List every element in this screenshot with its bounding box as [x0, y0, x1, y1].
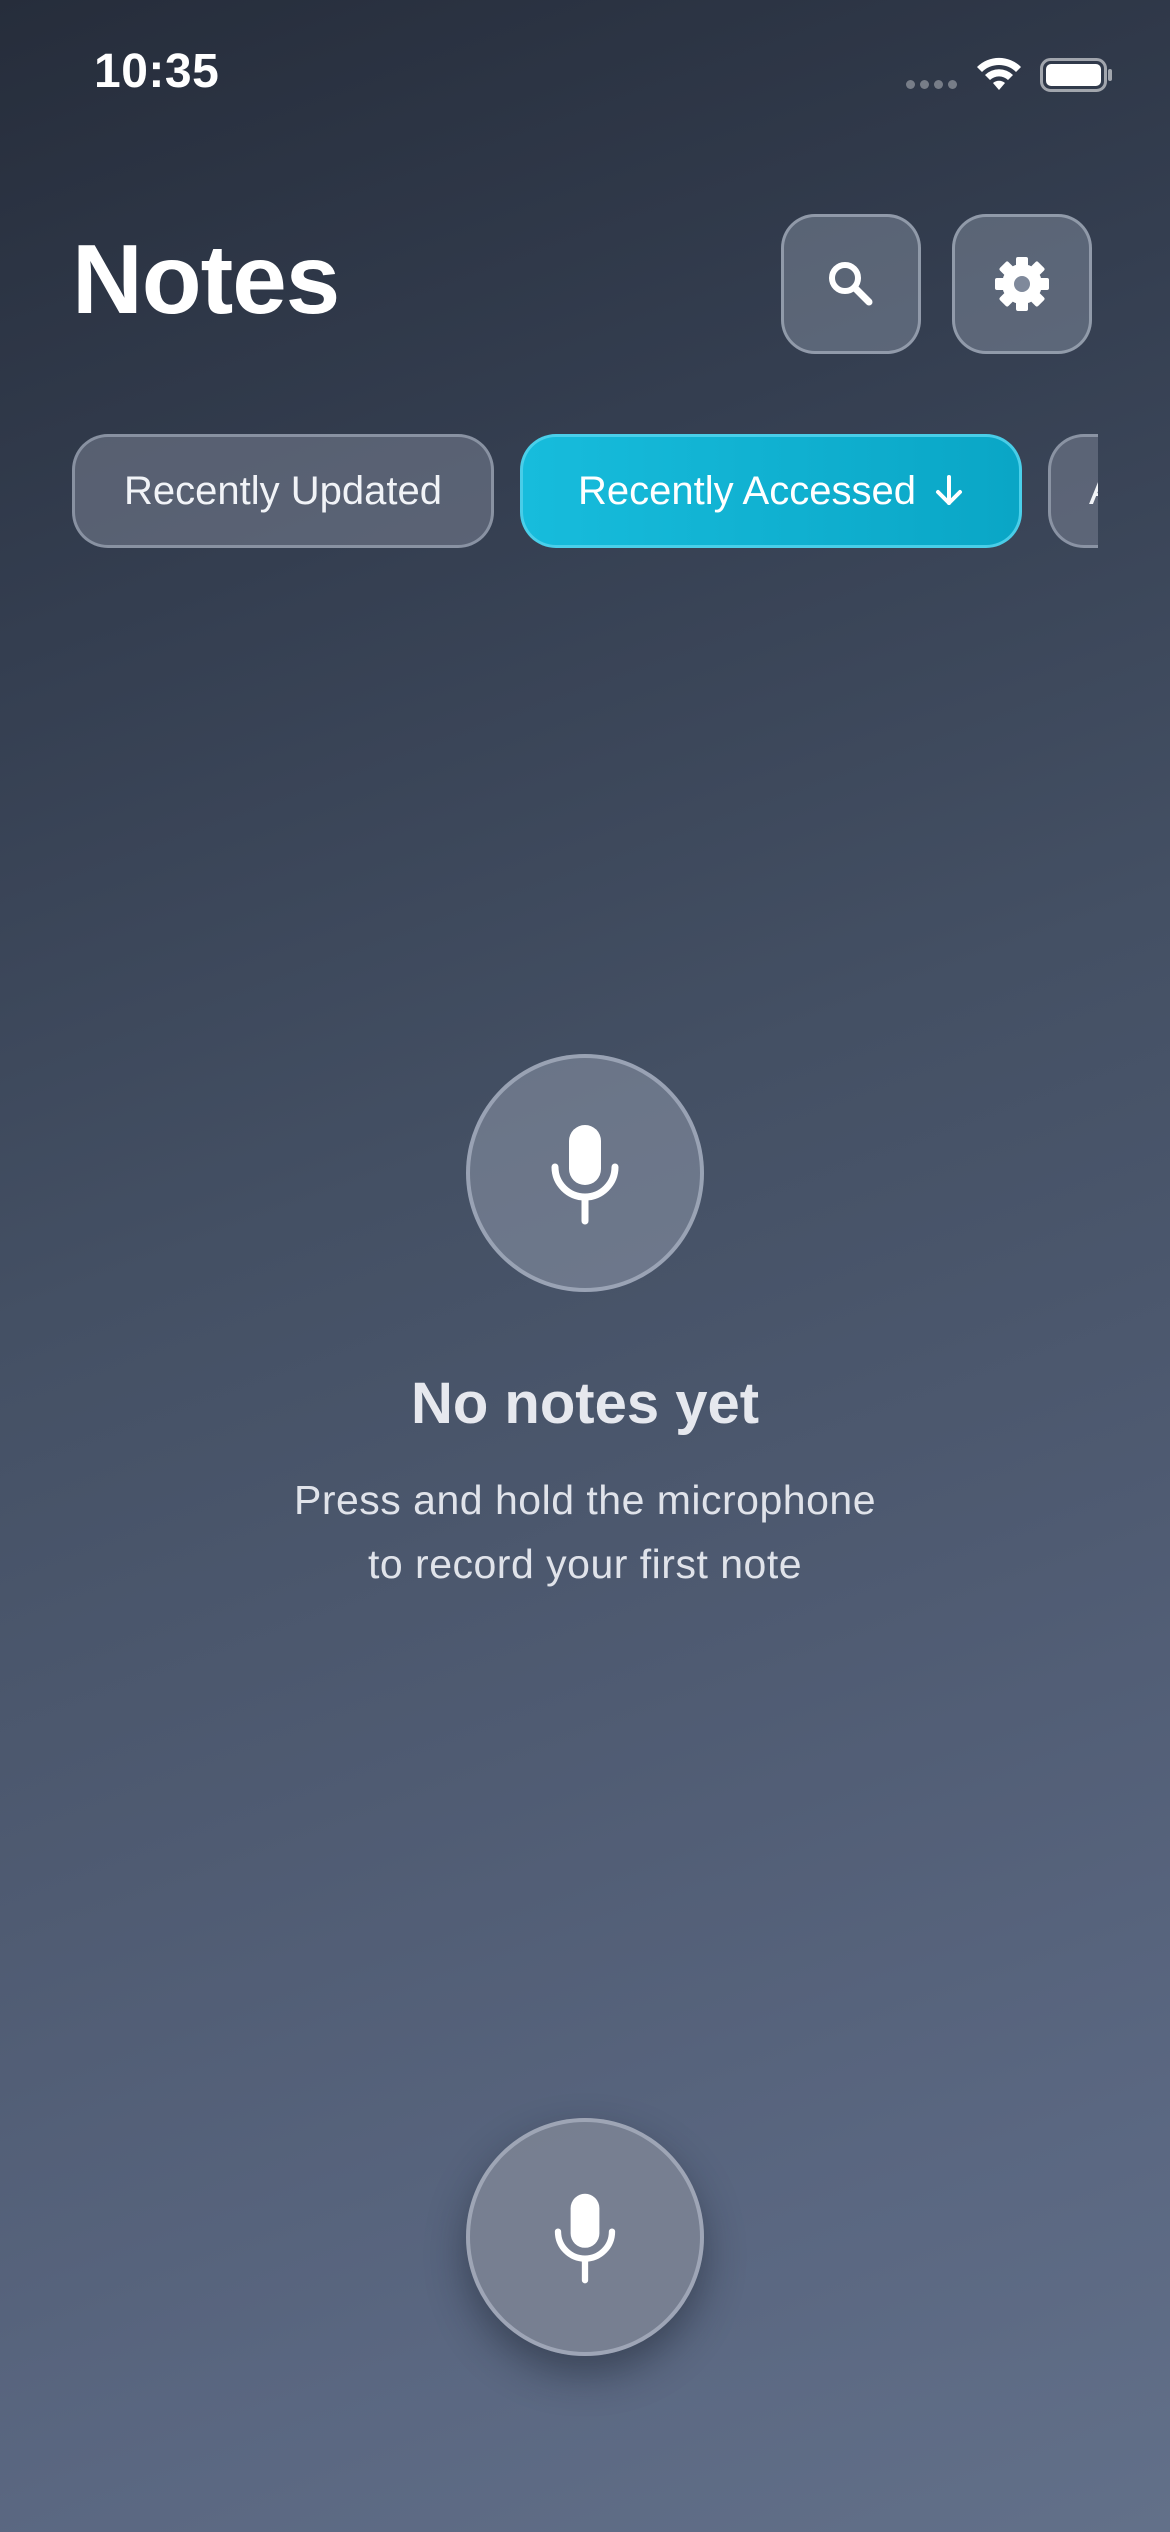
- tab-recently-accessed[interactable]: Recently Accessed: [520, 434, 1022, 548]
- status-time: 10:35: [94, 45, 220, 98]
- empty-state-subtitle-line: to record your first note: [367, 1541, 803, 1587]
- search-icon: [829, 262, 873, 306]
- tab-recently-updated[interactable]: Recently Updated: [72, 434, 494, 548]
- tab-label: Recently Accessed: [578, 468, 916, 513]
- tab-label: A: [1089, 469, 1098, 514]
- microphone-icon: [554, 2193, 616, 2284]
- battery-icon: [1040, 58, 1112, 92]
- empty-state-subtitle-line: Press and hold the microphone: [293, 1477, 876, 1523]
- empty-state-subtitle: Press and hold the microphone to record …: [0, 1468, 1170, 1596]
- search-button[interactable]: [781, 214, 921, 354]
- wifi-icon: [977, 57, 1021, 90]
- record-button[interactable]: [466, 2118, 704, 2356]
- gear-icon: [995, 257, 1049, 311]
- microphone-icon: [551, 1125, 619, 1225]
- arrow-down-icon: [934, 474, 964, 508]
- page-title: Notes: [72, 224, 340, 334]
- empty-state-mic: [466, 1054, 704, 1292]
- signal-icon: [906, 80, 958, 90]
- tab-more[interactable]: A: [1048, 434, 1098, 548]
- empty-state-title: No notes yet: [410, 1371, 760, 1436]
- sort-tabs: Recently Updated Recently Accessed A: [72, 432, 1098, 552]
- settings-button[interactable]: [952, 214, 1092, 354]
- tab-label: Recently Updated: [124, 468, 442, 513]
- status-bar: 10:35: [0, 0, 1170, 150]
